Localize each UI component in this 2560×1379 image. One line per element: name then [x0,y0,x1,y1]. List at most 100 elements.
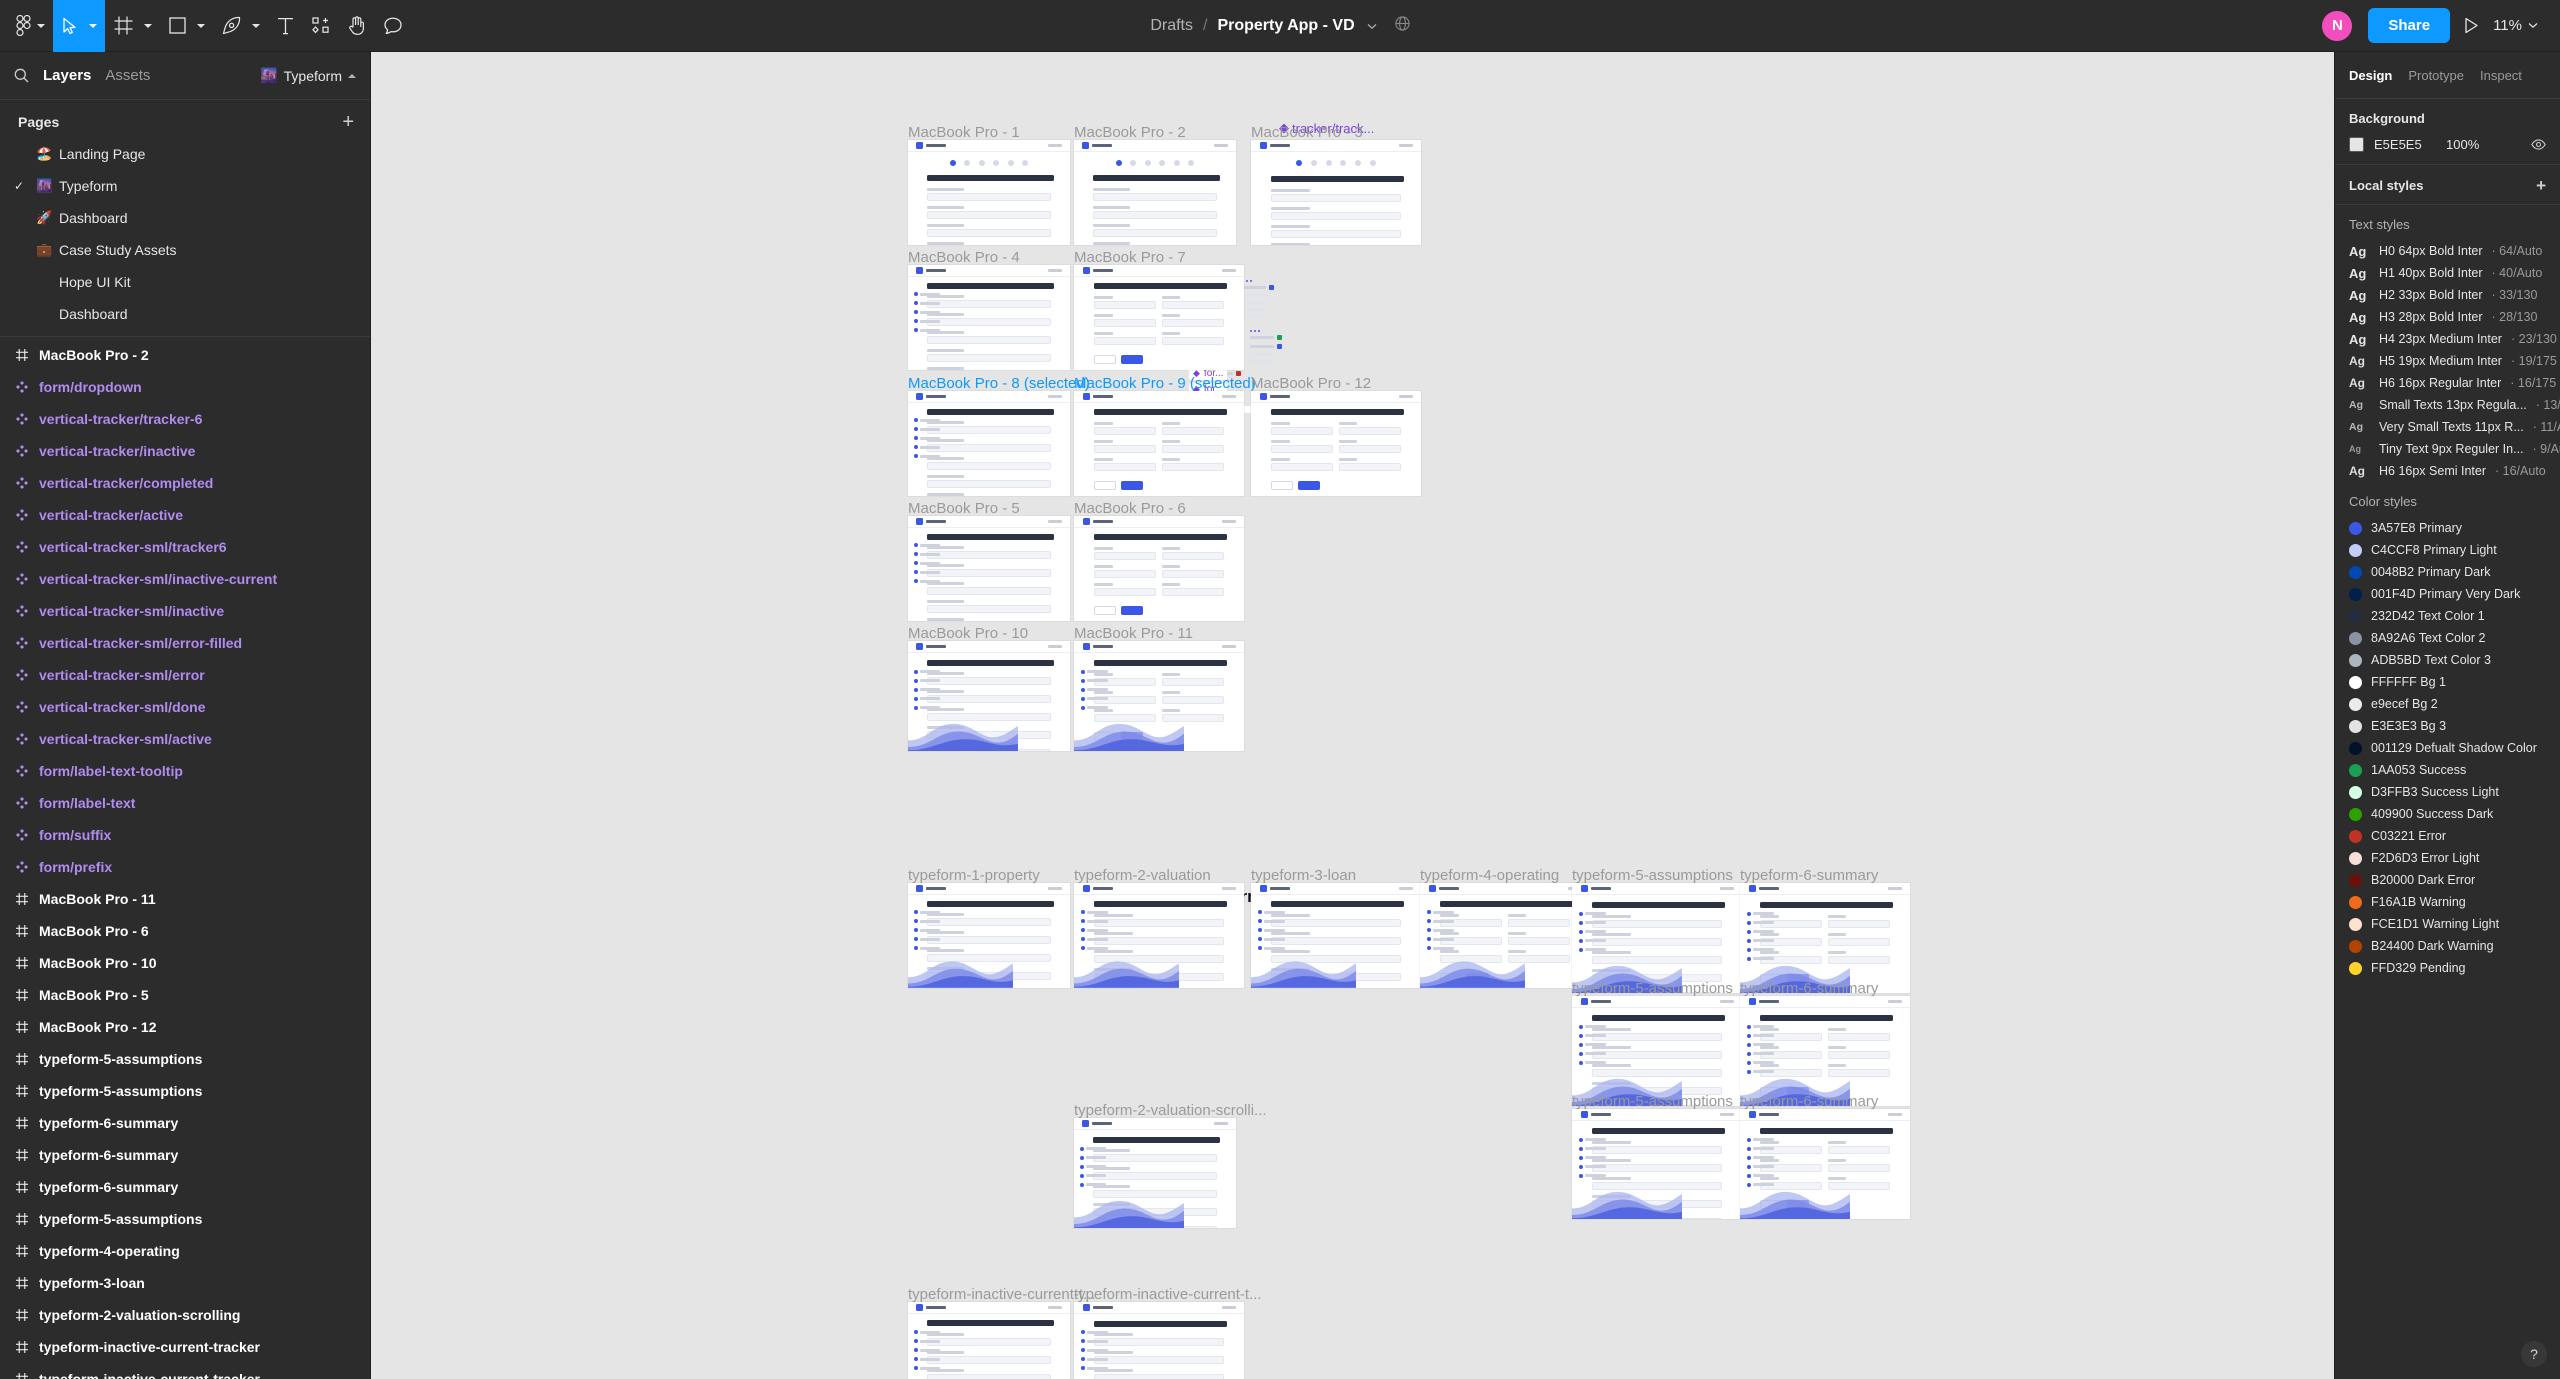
frame-label[interactable]: MacBook Pro - 1 [908,124,1020,141]
artboard-thumbnail[interactable] [1251,883,1421,988]
search-icon[interactable] [14,68,29,83]
color-style-item[interactable]: 8A92A6 Text Color 2 [2335,627,2560,649]
tab-prototype[interactable]: Prototype [2408,68,2464,83]
eye-icon[interactable] [2531,139,2546,150]
color-style-item[interactable]: ADB5BD Text Color 3 [2335,649,2560,671]
layer-item-frame[interactable]: MacBook Pro - 11 [0,883,370,915]
move-tool-caret[interactable] [87,0,105,52]
layer-item-frame[interactable]: typeform-6-summary [0,1107,370,1139]
artboard-thumbnail[interactable] [1740,1109,1910,1219]
artboard-thumbnail[interactable] [1572,1109,1742,1219]
color-style-item[interactable]: FFFFFF Bg 1 [2335,671,2560,693]
artboard-thumbnail[interactable] [1572,883,1742,993]
color-style-item[interactable]: FCE1D1 Warning Light [2335,913,2560,935]
color-style-item[interactable]: F2D6D3 Error Light [2335,847,2560,869]
frame-tool-caret[interactable] [142,0,160,52]
layer-item-component[interactable]: form/prefix [0,851,370,883]
artboard-thumbnail[interactable] [1074,516,1244,621]
artboard-thumbnail[interactable] [1074,1302,1244,1379]
shape-tool[interactable] [160,0,195,52]
color-style-item[interactable]: E3E3E3 Bg 3 [2335,715,2560,737]
help-button[interactable]: ? [2521,1341,2547,1367]
background-hex-value[interactable]: E5E5E5 [2374,137,2436,152]
file-name-label[interactable]: Property App - VD [1217,17,1354,35]
page-item[interactable]: ✓ 🌆 Typeform [0,170,370,202]
frame-label[interactable]: MacBook Pro - 3 [1251,124,1363,141]
text-style-item[interactable]: Ag H0 64px Bold Inter · 64/Auto [2335,240,2560,262]
frame-label[interactable]: typeform-5-assumptions [1572,1093,1733,1110]
hand-tool[interactable] [339,0,375,52]
tab-layers[interactable]: Layers [43,67,91,84]
share-button[interactable]: Share [2368,8,2451,43]
color-style-item[interactable]: C4CCF8 Primary Light [2335,539,2560,561]
frame-label[interactable]: typeform-5-assumptions [1572,980,1733,997]
frame-label[interactable]: typeform-6-summary [1740,867,1878,884]
figma-menu-caret[interactable] [35,0,53,52]
page-item[interactable]: 🚀 Dashboard [0,202,370,234]
text-style-item[interactable]: Ag Very Small Texts 11px R... · 11/Auto [2335,416,2560,438]
layer-item-frame[interactable]: typeform-5-assumptions [0,1075,370,1107]
text-style-item[interactable]: Ag H3 28px Bold Inter · 28/130 [2335,306,2560,328]
layer-item-frame[interactable]: MacBook Pro - 5 [0,979,370,1011]
file-menu-caret-icon[interactable] [1367,17,1377,35]
frame-tool[interactable] [105,0,142,52]
color-style-item[interactable]: 1AA053 Success [2335,759,2560,781]
globe-icon[interactable] [1395,16,1410,36]
frame-label[interactable]: MacBook Pro - 9 (selected) [1074,375,1256,392]
layer-item-component[interactable]: vertical-tracker/completed [0,467,370,499]
artboard-thumbnail[interactable] [1740,883,1910,993]
layer-item-component[interactable]: form/label-text-tooltip [0,755,370,787]
library-selector[interactable]: 🌆 Typeform [260,67,356,84]
add-style-button[interactable]: + [2536,177,2546,194]
frame-label[interactable]: typeform-inactive-current-t... [1074,1286,1262,1303]
frame-label[interactable]: MacBook Pro - 11 [1074,625,1193,642]
frame-label[interactable]: typeform-inactive-current-t... [908,1286,1096,1303]
color-style-item[interactable]: e9ecef Bg 2 [2335,693,2560,715]
frame-label[interactable]: MacBook Pro - 10 [908,625,1028,642]
layer-item-frame[interactable]: MacBook Pro - 12 [0,1011,370,1043]
color-style-item[interactable]: 001129 Defualt Shadow Color [2335,737,2560,759]
layer-item-component[interactable]: vertical-tracker/inactive [0,435,370,467]
color-style-item[interactable]: 001F4D Primary Very Dark [2335,583,2560,605]
frame-label[interactable]: MacBook Pro - 8 (selected) [908,375,1090,392]
layer-item-component[interactable]: form/suffix [0,819,370,851]
artboard-thumbnail[interactable] [1572,996,1742,1106]
background-color-swatch[interactable] [2349,137,2364,152]
frame-label[interactable]: typeform-3-loan [1251,867,1356,884]
artboard-thumbnail[interactable] [1251,140,1421,245]
artboard-thumbnail[interactable] [1074,140,1236,245]
frame-label[interactable]: typeform-2-valuation-scrolli... [1074,1102,1267,1119]
text-style-item[interactable]: Ag H2 33px Bold Inter · 33/130 [2335,284,2560,306]
text-style-item[interactable]: Ag H6 16px Semi Inter · 16/Auto [2335,460,2560,482]
frame-label[interactable]: MacBook Pro - 2 [1074,124,1186,141]
artboard-thumbnail[interactable] [1740,996,1910,1106]
layer-item-component[interactable]: vertical-tracker/active [0,499,370,531]
layer-item-component[interactable]: form/dropdown [0,371,370,403]
breadcrumb-drafts[interactable]: Drafts [1150,17,1193,35]
frame-label[interactable]: typeform-1-property [908,867,1040,884]
layer-item-frame[interactable]: typeform-6-summary [0,1139,370,1171]
frame-label[interactable]: MacBook Pro - 4 [908,249,1020,266]
tab-inspect[interactable]: Inspect [2480,68,2522,83]
text-style-item[interactable]: Ag Tiny Text 9px Reguler In... · 9/Auto [2335,438,2560,460]
artboard-thumbnail[interactable] [908,265,1070,370]
pen-tool-caret[interactable] [250,0,268,52]
shape-tool-caret[interactable] [195,0,213,52]
artboard-thumbnail[interactable] [908,1302,1070,1379]
layer-item-component[interactable]: vertical-tracker-sml/error [0,659,370,691]
styles-scroll-area[interactable]: Text styles Ag H0 64px Bold Inter · 64/Aut… [2335,205,2560,1379]
text-style-item[interactable]: Ag H5 19px Medium Inter · 19/175 [2335,350,2560,372]
text-tool[interactable] [268,0,303,52]
artboard-thumbnail[interactable] [1074,265,1244,370]
color-style-item[interactable]: FFD329 Pending [2335,957,2560,979]
design-canvas[interactable]: ◆ tracker/track... Typeform [371,52,2334,1379]
artboard-thumbnail[interactable] [908,140,1070,245]
page-item[interactable]: 🏖️ Landing Page [0,138,370,170]
color-style-item[interactable]: C03221 Error [2335,825,2560,847]
artboard-thumbnail[interactable] [908,516,1070,621]
layer-item-component[interactable]: vertical-tracker-sml/inactive [0,595,370,627]
text-style-item[interactable]: Ag H6 16px Regular Inter · 16/175 [2335,372,2560,394]
frame-label[interactable]: typeform-4-operating [1420,867,1559,884]
text-style-item[interactable]: Ag Small Texts 13px Regula... · 13/130 [2335,394,2560,416]
figma-menu-button[interactable] [0,0,35,52]
